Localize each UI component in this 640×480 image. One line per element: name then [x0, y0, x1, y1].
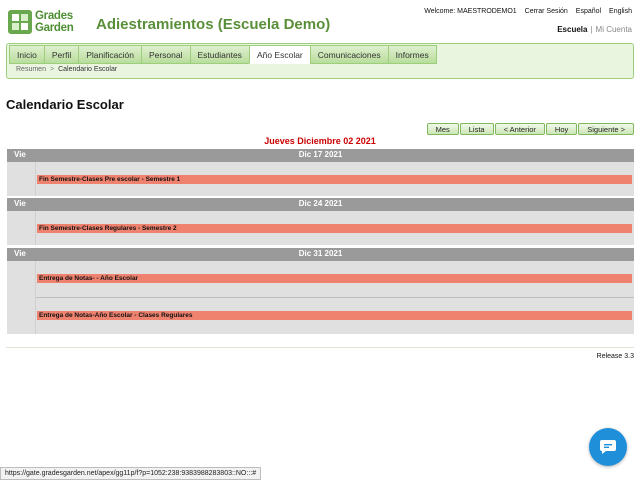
calendar-event[interactable]: Fin Semestre-Clases Regulares - Semestre… — [37, 224, 632, 233]
calendar-day: Vie Dic 17 2021 Fin Semestre-Clases Pre … — [7, 149, 634, 196]
day-header: Vie Dic 17 2021 — [7, 149, 634, 162]
day-date: Dic 24 2021 — [298, 199, 343, 208]
next-button[interactable]: Siguiente > — [578, 123, 634, 135]
chat-bubble-icon — [600, 440, 616, 454]
app-title: Adiestramientos (Escuela Demo) — [96, 16, 331, 33]
today-button[interactable]: Hoy — [545, 123, 578, 135]
page-title: Calendario Escolar — [6, 97, 124, 112]
calendar-navigation: Mes Lista < Anterior Hoy Siguiente > — [426, 123, 634, 135]
school-links: Escuela | Mi Cuenta — [557, 25, 632, 34]
tab-estudiantes[interactable]: Estudiantes — [189, 45, 249, 64]
event-divider — [36, 297, 634, 298]
tab-comunicaciones[interactable]: Comunicaciones — [309, 45, 388, 64]
school-link[interactable]: Escuela — [557, 25, 587, 34]
spanish-link[interactable]: Español — [576, 8, 601, 15]
school-links-separator: | — [590, 25, 593, 34]
footer-divider — [6, 347, 634, 348]
tab-personal[interactable]: Personal — [140, 45, 190, 64]
tab-ano-escolar[interactable]: Año Escolar — [248, 45, 310, 64]
grades-garden-logo[interactable]: Grades Garden — [8, 10, 94, 34]
breadcrumb: Resumen > Calendario Escolar — [16, 66, 117, 73]
tab-bar: Inicio Perfil Planificación Personal Est… — [9, 45, 437, 64]
my-account-link[interactable]: Mi Cuenta — [596, 25, 632, 34]
tab-planificacion[interactable]: Planificación — [78, 45, 141, 64]
chat-button[interactable] — [589, 428, 627, 466]
breadcrumb-current: Calendario Escolar — [58, 66, 118, 73]
previous-button[interactable]: < Anterior — [494, 123, 545, 135]
main-navigation: Inicio Perfil Planificación Personal Est… — [6, 43, 634, 79]
day-date: Dic 17 2021 — [298, 150, 343, 159]
top-links: Welcome: MAESTRODEMO1 Cerrar Sesión Espa… — [418, 8, 632, 15]
leaf-logo-icon — [8, 10, 32, 34]
tab-informes[interactable]: Informes — [387, 45, 437, 64]
day-date: Dic 31 2021 — [298, 249, 343, 258]
welcome-text: Welcome: MAESTRODEMO1 — [424, 8, 517, 15]
calendar-day: Vie Dic 31 2021 Entrega de Notas- - Año … — [7, 248, 634, 334]
list-view-button[interactable]: Lista — [459, 123, 494, 135]
day-events: Fin Semestre-Clases Regulares - Semestre… — [35, 211, 634, 245]
calendar-event[interactable]: Entrega de Notas-Año Escolar - Clases Re… — [37, 311, 632, 320]
day-events: Fin Semestre-Clases Pre escolar - Semest… — [35, 162, 634, 196]
header: Grades Garden Adiestramientos (Escuela D… — [0, 0, 640, 44]
day-header: Vie Dic 31 2021 — [7, 248, 634, 261]
breadcrumb-home-link[interactable]: Resumen — [16, 66, 46, 73]
english-link[interactable]: English — [609, 8, 632, 15]
release-version: Release 3.3 — [596, 353, 634, 360]
tab-inicio[interactable]: Inicio — [9, 45, 44, 64]
calendar-event[interactable]: Fin Semestre-Clases Pre escolar - Semest… — [37, 175, 632, 184]
breadcrumb-separator: > — [49, 66, 55, 73]
logout-link[interactable]: Cerrar Sesión — [525, 8, 568, 15]
tab-perfil[interactable]: Perfil — [43, 45, 79, 64]
day-header: Vie Dic 24 2021 — [7, 198, 634, 211]
current-date: Jueves Diciembre 02 2021 — [264, 136, 376, 146]
calendar-event[interactable]: Entrega de Notas- - Año Escolar — [37, 274, 632, 283]
logo-wordmark: Grades Garden — [35, 10, 74, 34]
calendar-day: Vie Dic 24 2021 Fin Semestre-Clases Regu… — [7, 198, 634, 245]
month-view-button[interactable]: Mes — [426, 123, 459, 135]
day-events: Entrega de Notas- - Año Escolar Entrega … — [35, 261, 634, 334]
browser-status-url: https://gate.gradesgarden.net/apex/gg11p… — [0, 467, 262, 480]
